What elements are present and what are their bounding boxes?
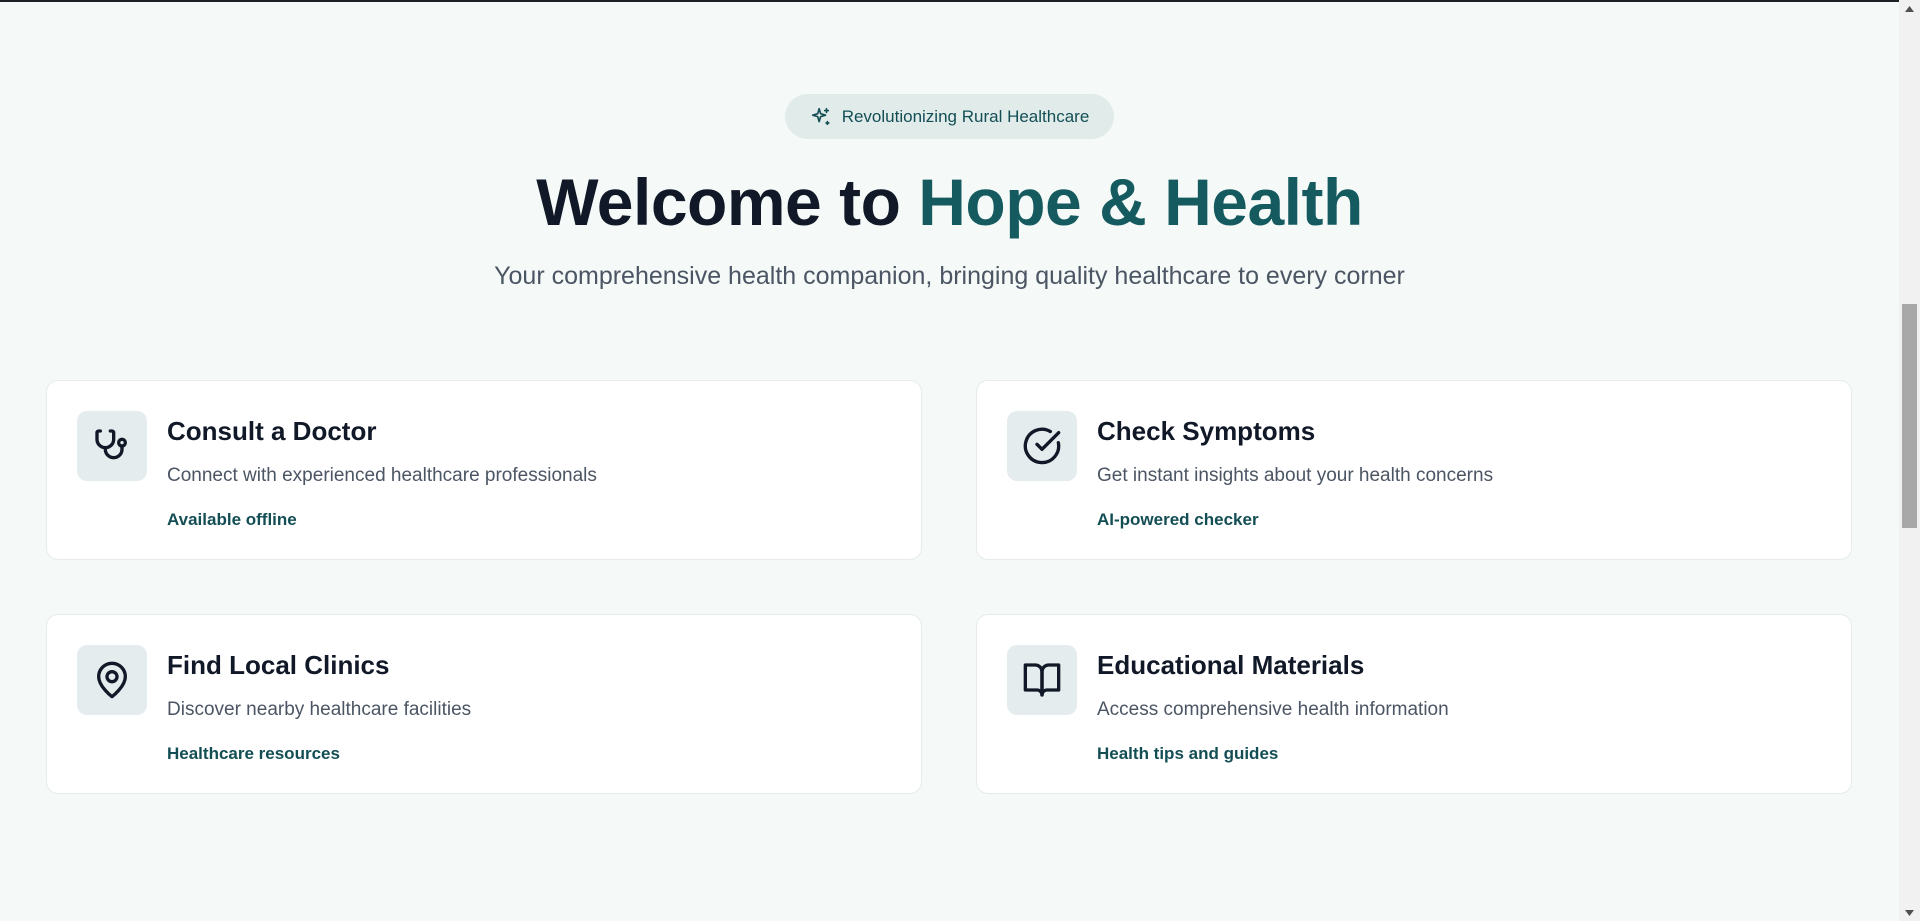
scroll-down-arrow-icon[interactable]	[1899, 904, 1920, 921]
scrollbar-thumb[interactable]	[1902, 304, 1917, 528]
card-find-clinics[interactable]: Find Local Clinics Discover nearby healt…	[46, 614, 922, 794]
card-consult-doctor[interactable]: Consult a Doctor Connect with experience…	[46, 380, 922, 560]
check-circle-icon	[1007, 411, 1077, 481]
card-educational-materials[interactable]: Educational Materials Access comprehensi…	[976, 614, 1852, 794]
badge-label: Revolutionizing Rural Healthcare	[841, 106, 1090, 126]
page-subtitle: Your comprehensive health companion, bri…	[494, 262, 1405, 290]
title-accent-text: Hope & Health	[918, 165, 1363, 239]
card-check-symptoms[interactable]: Check Symptoms Get instant insights abou…	[976, 380, 1852, 560]
hero-badge: Revolutionizing Rural Healthcare	[785, 94, 1114, 139]
card-title: Educational Materials	[1097, 650, 1365, 680]
card-tag: Healthcare resources	[167, 744, 340, 763]
stethoscope-icon	[77, 411, 147, 481]
card-description: Connect with experienced healthcare prof…	[167, 465, 597, 486]
sparkles-icon	[810, 106, 832, 128]
card-title: Find Local Clinics	[167, 650, 390, 680]
title-accent: Hope & Health	[918, 162, 1363, 242]
title-prefix: Welcome to	[536, 165, 919, 239]
card-title: Check Symptoms	[1097, 416, 1316, 446]
map-pin-icon	[77, 645, 147, 715]
card-description: Access comprehensive health information	[1097, 699, 1449, 720]
card-description: Get instant insights about your health c…	[1097, 465, 1494, 486]
card-tag: AI-powered checker	[1097, 510, 1259, 529]
card-tag: Health tips and guides	[1097, 744, 1279, 763]
card-tag: Available offline	[167, 510, 297, 529]
scroll-up-arrow-icon[interactable]	[1899, 0, 1920, 17]
card-title: Consult a Doctor	[167, 416, 377, 446]
card-description: Discover nearby healthcare facilities	[167, 699, 472, 720]
main-content: Revolutionizing Rural Healthcare Welcome…	[0, 0, 1899, 921]
page-title: Welcome to Hope & Health	[0, 162, 1899, 242]
page: Revolutionizing Rural Healthcare Welcome…	[0, 0, 1920, 921]
book-open-icon	[1007, 645, 1077, 715]
vertical-scrollbar[interactable]	[1899, 0, 1920, 921]
